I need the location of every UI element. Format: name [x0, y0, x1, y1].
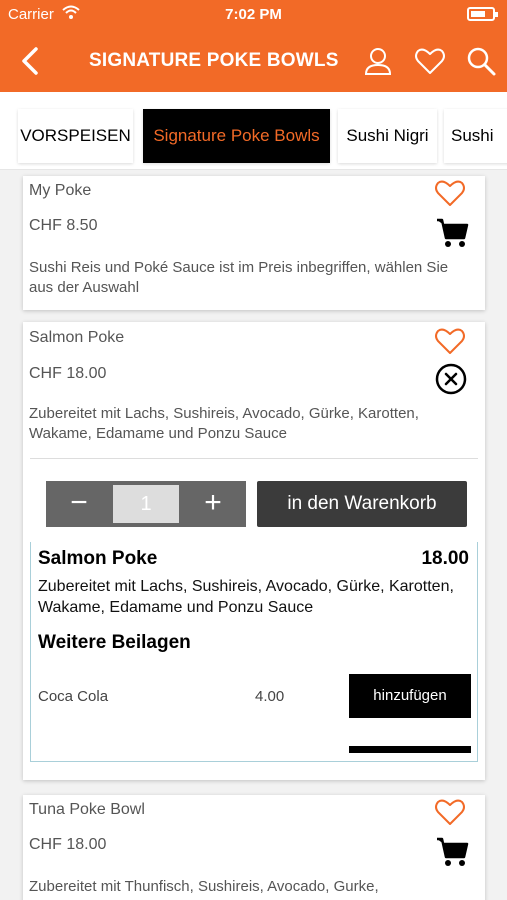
- search-icon[interactable]: [464, 44, 498, 78]
- item-name: Tuna Poke Bowl: [29, 801, 145, 818]
- side-item-name: Coca Cola: [38, 688, 109, 705]
- heart-icon[interactable]: [433, 797, 467, 827]
- status-bar: Carrier 7:02 PM: [0, 0, 507, 30]
- item-price: CHF 18.00: [29, 365, 107, 382]
- menu-item-my-poke: My Poke CHF 8.50 Sushi Reis und Poké Sau…: [23, 176, 485, 310]
- quantity-input[interactable]: [113, 485, 179, 523]
- page-title: SIGNATURE POKE BOWLS: [89, 50, 339, 71]
- heart-icon[interactable]: [433, 326, 467, 356]
- user-icon[interactable]: [361, 44, 395, 78]
- side-item-price: 4.00: [255, 688, 285, 705]
- tab-sushi-nigri[interactable]: Sushi Nigri: [338, 109, 437, 163]
- cart-icon[interactable]: [435, 835, 469, 869]
- item-description: Zubereitet mit Thunfisch, Sushireis, Avo…: [29, 878, 379, 895]
- close-icon[interactable]: [434, 362, 468, 396]
- extras-section-title: Weitere Beilagen: [38, 632, 191, 653]
- battery-icon: [467, 7, 498, 21]
- nav-bar: SIGNATURE POKE BOWLS: [0, 30, 507, 92]
- menu-item-salmon-poke: Salmon Poke CHF 18.00 Zubereitet mit Lac…: [23, 322, 485, 780]
- cart-icon[interactable]: [435, 216, 469, 250]
- detail-item-price: 18.00: [421, 548, 469, 569]
- heart-icon[interactable]: [433, 178, 467, 208]
- item-description: Sushi Reis und Poké Sauce ist im Preis i…: [29, 259, 449, 296]
- add-side-button[interactable]: hinzufügen: [349, 674, 471, 718]
- back-chevron-icon[interactable]: [16, 44, 46, 78]
- tab-signature-poke-bowls[interactable]: Signature Poke Bowls: [143, 109, 330, 163]
- item-detail-panel: Salmon Poke 18.00 Zubereitet mit Lachs, …: [30, 542, 478, 762]
- partial-button[interactable]: [349, 746, 471, 753]
- status-time: 7:02 PM: [225, 6, 282, 23]
- decrease-button[interactable]: −: [46, 481, 112, 527]
- item-name: My Poke: [29, 182, 92, 199]
- item-description: Zubereitet mit Lachs, Sushireis, Avocado…: [29, 405, 419, 442]
- tab-sushi[interactable]: Sushi: [444, 109, 507, 163]
- item-name: Salmon Poke: [29, 329, 125, 346]
- category-tabs: VORSPEISEN Signature Poke Bowls Sushi Ni…: [0, 92, 507, 170]
- detail-item-name: Salmon Poke: [38, 548, 158, 569]
- item-price: CHF 8.50: [29, 217, 98, 234]
- item-price: CHF 18.00: [29, 836, 107, 853]
- heart-icon[interactable]: [413, 44, 447, 78]
- divider: [30, 458, 478, 459]
- tab-vorspeisen[interactable]: VORSPEISEN: [18, 109, 133, 163]
- menu-item-tuna-poke-bowl: Tuna Poke Bowl CHF 18.00 Zubereitet mit …: [23, 795, 485, 900]
- quantity-stepper: − +: [46, 481, 246, 527]
- increase-button[interactable]: +: [180, 481, 246, 527]
- detail-item-description: Zubereitet mit Lachs, Sushireis, Avocado…: [38, 578, 454, 616]
- add-to-cart-button[interactable]: in den Warenkorb: [257, 481, 467, 527]
